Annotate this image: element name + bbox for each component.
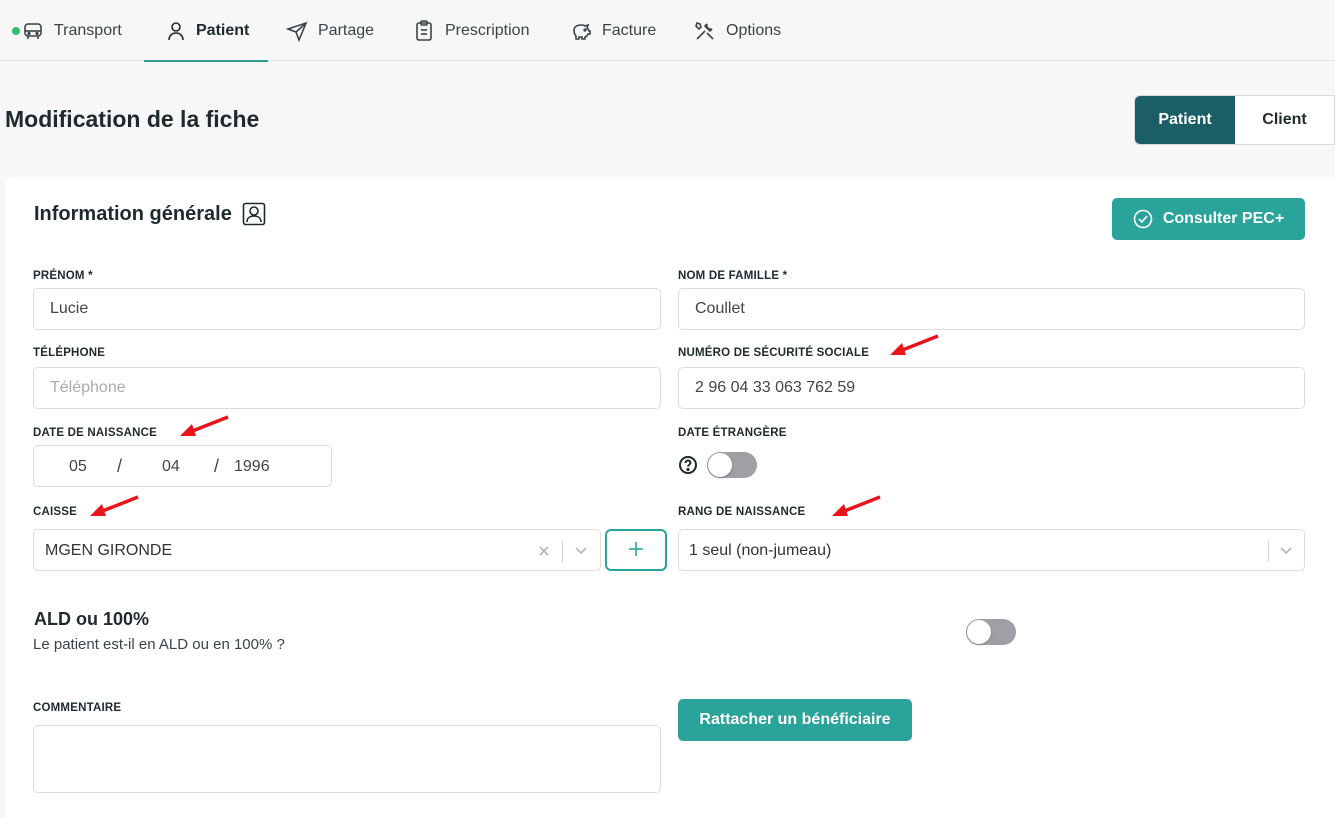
date-etrangere-label: DATE ÉTRANGÈRE [678,427,787,439]
tab-partage[interactable]: Partage [286,0,374,61]
annotation-arrow-icon [890,334,939,355]
ald-title: ALD ou 100% [34,609,150,629]
caisse-label: CAISSE [33,506,78,518]
rattacher-beneficiaire-button[interactable]: Rattacher un bénéficiaire [678,699,912,741]
telephone-label: TÉLÉPHONE [33,347,106,359]
tab-facture[interactable]: Facture [570,0,656,61]
naissance-label: DATE DE NAISSANCE [33,427,157,439]
commentaire-textarea[interactable] [33,725,661,793]
tab-bar: Transport Patient Partage Prescription F… [0,0,1335,62]
birth-year[interactable]: 1996 [234,458,270,476]
annotation-arrow-icon [90,495,139,516]
patient-form-card [5,177,1335,818]
user-card-icon [242,202,266,226]
tab-options[interactable]: Options [694,0,781,61]
birthdate-input[interactable]: 05 / 04 / 1996 [33,445,332,487]
status-dot [12,27,20,35]
tab-prescription[interactable]: Prescription [413,0,529,61]
client-toggle-button[interactable]: Client [1235,96,1334,144]
date-etrangere-toggle[interactable] [707,452,757,478]
piggy-bank-icon [570,20,592,42]
select-separator [1268,540,1269,562]
nom-label: NOM DE FAMILLE * [678,270,788,282]
send-icon [286,20,308,42]
user-icon [166,20,186,42]
tab-label: Partage [318,21,375,39]
prenom-input[interactable] [33,288,661,330]
tab-patient[interactable]: Patient [144,0,268,62]
tab-label: Transport [54,21,122,39]
date-separator: / [214,456,220,476]
select-separator [562,540,563,562]
secu-label: NUMÉRO DE SÉCURITÉ SOCIALE [678,347,870,359]
tab-label: Options [726,21,782,39]
consult-pec-button[interactable]: Consulter PEC+ [1112,198,1305,240]
plus-icon [628,537,644,563]
annotation-arrow-icon [180,415,229,436]
tab-label: Facture [602,21,657,39]
ald-toggle[interactable] [966,619,1016,645]
nom-input[interactable] [678,288,1305,330]
date-separator: / [117,456,123,476]
patient-toggle-button[interactable]: Patient [1135,96,1235,144]
annotation-arrow-icon [832,495,881,516]
tab-label: Patient [196,21,250,39]
birth-day[interactable]: 05 [69,458,87,476]
clipboard-icon [413,19,435,42]
birth-month[interactable]: 04 [162,458,180,476]
caisse-select[interactable]: MGEN GIRONDE [33,529,601,571]
page-title: Modification de la fiche [5,106,260,132]
caisse-value: MGEN GIRONDE [45,542,173,559]
chevron-down-icon[interactable] [1276,541,1296,561]
ald-question: Le patient est-il en ALD ou en 100% ? [33,636,285,653]
rang-select[interactable]: 1 seul (non-jumeau) [678,529,1305,571]
help-icon[interactable] [678,455,698,475]
telephone-input[interactable] [33,367,661,409]
tab-label: Prescription [445,21,530,39]
section-title: Information générale [34,202,266,226]
check-circle-icon [1133,209,1153,229]
add-caisse-button[interactable] [605,529,667,571]
patient-client-toggle: Patient Client [1134,95,1335,145]
tools-icon [694,20,716,42]
rang-label: RANG DE NAISSANCE [678,506,806,518]
clear-icon[interactable] [534,541,554,561]
section-title-text: Information générale [34,202,232,225]
prenom-label: PRÉNOM * [33,270,93,282]
tab-transport[interactable]: Transport [22,0,122,61]
chevron-down-icon[interactable] [571,541,591,561]
car-icon [22,20,44,42]
commentaire-label: COMMENTAIRE [33,702,122,714]
consult-pec-label: Consulter PEC+ [1162,210,1285,227]
rang-value: 1 seul (non-jumeau) [689,542,832,559]
secu-input[interactable] [678,367,1305,409]
